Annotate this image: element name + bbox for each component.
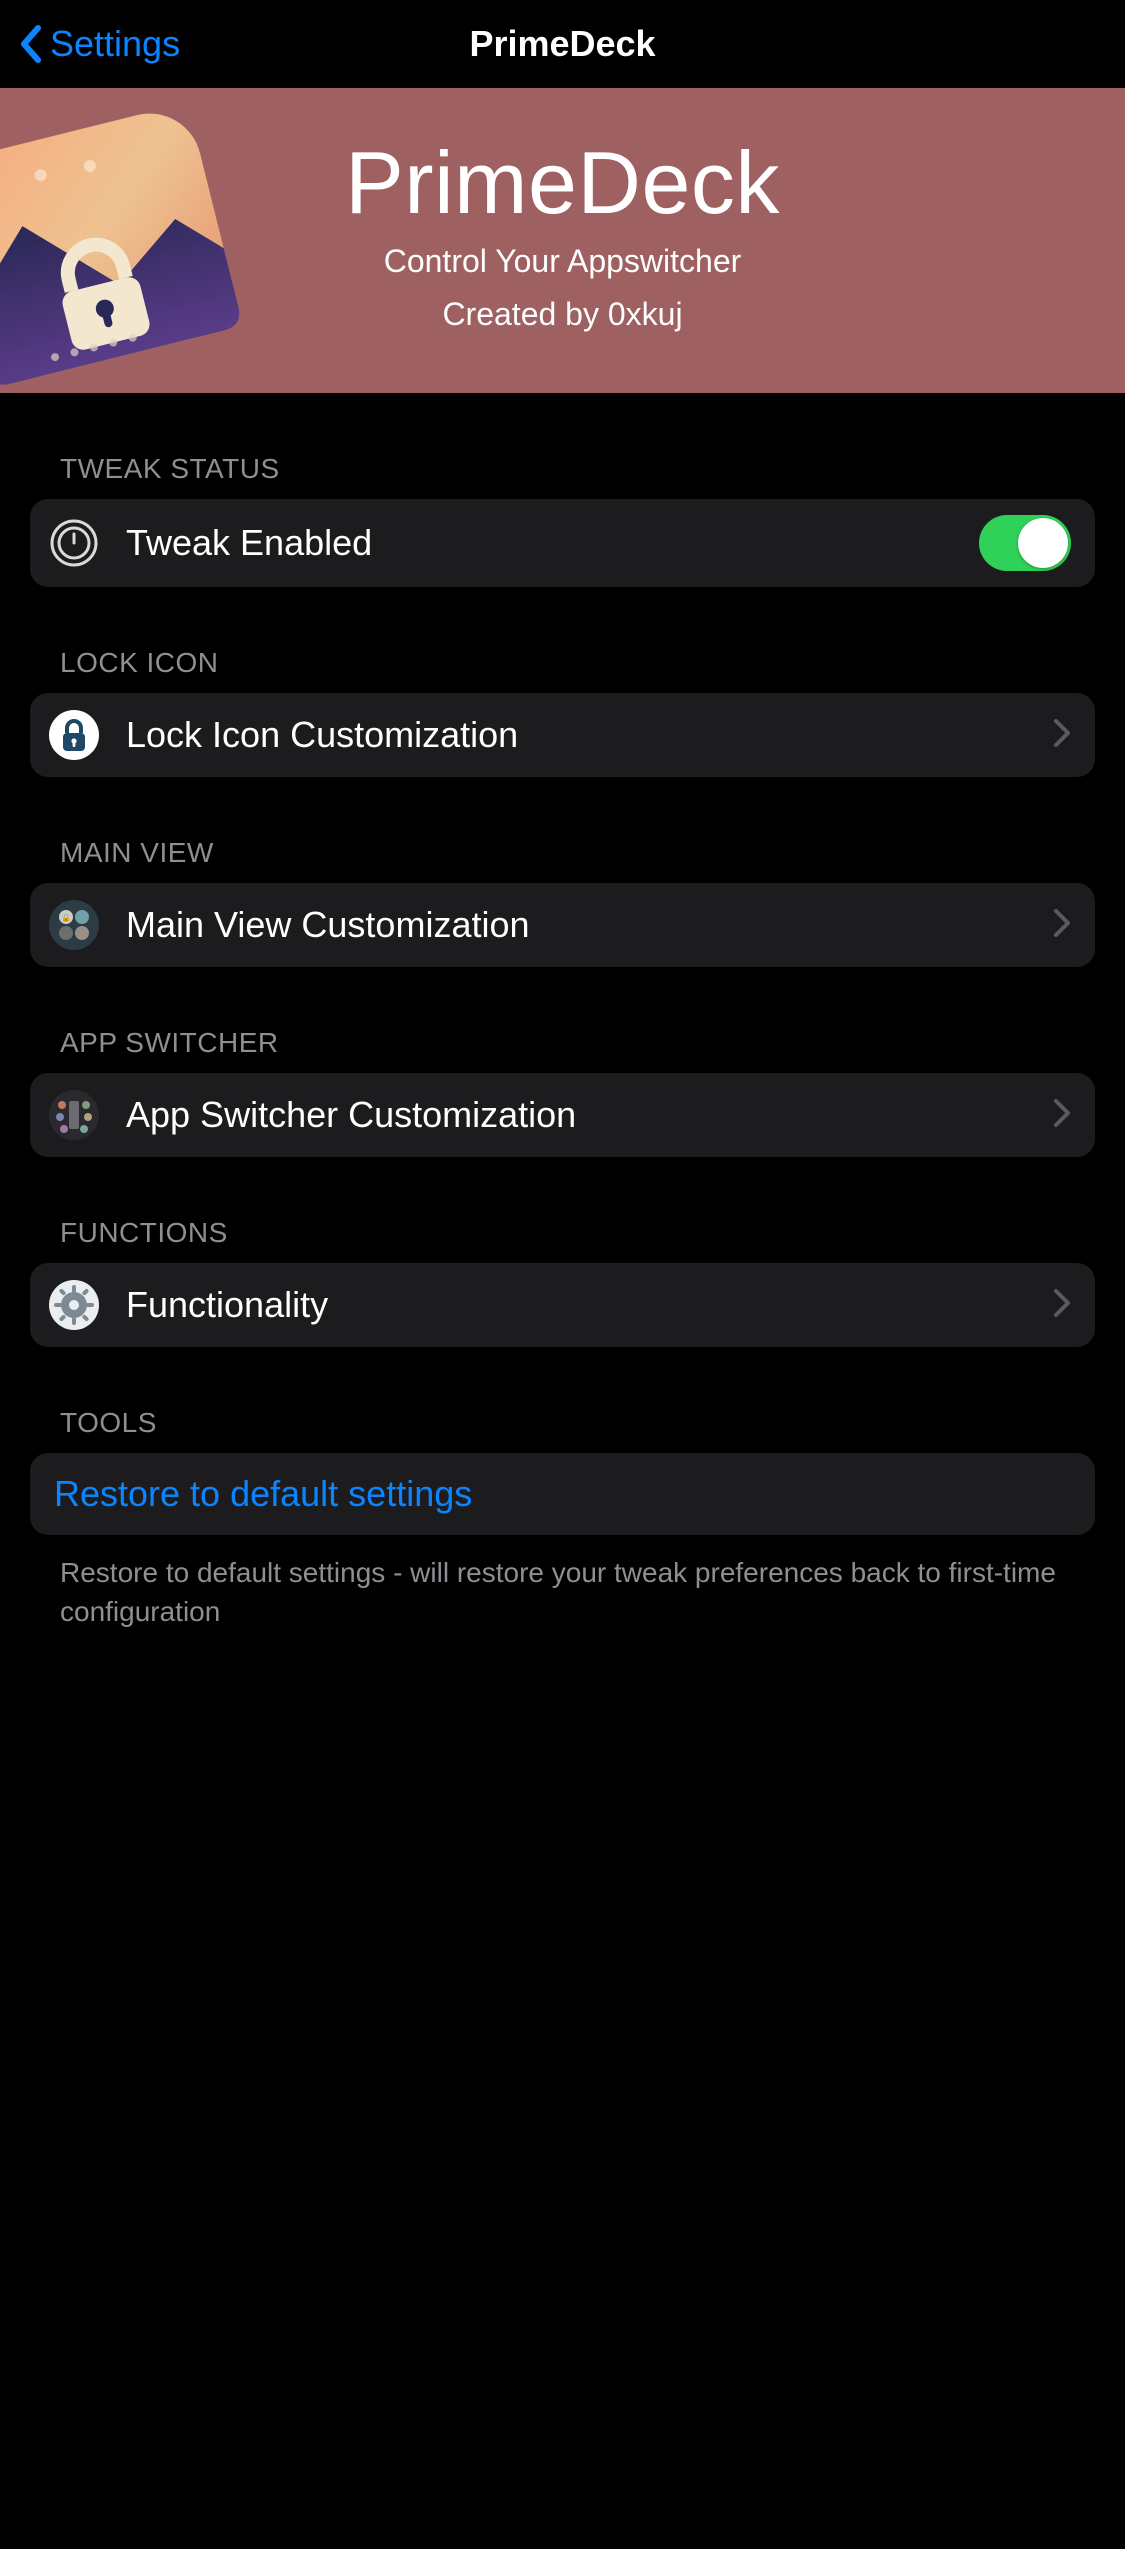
tweak-enabled-switch[interactable] [979,515,1071,571]
settings-content: Tweak Status Tweak Enabled Lock Icon [0,453,1125,1711]
group-header-main-view: Main View [30,837,1095,883]
hero-subtitle: Control Your Appswitcher [384,243,742,280]
group-lock-icon: Lock Icon Lock Icon Customization [30,647,1095,777]
hero-app-icon [0,88,289,393]
row-lock-icon-customization[interactable]: Lock Icon Customization [30,693,1095,777]
chevron-right-icon [1053,1098,1071,1133]
chevron-right-icon [1053,718,1071,753]
chevron-left-icon [18,24,42,64]
tweak-enabled-label: Tweak Enabled [126,522,953,564]
group-header-tools: Tools [30,1407,1095,1453]
app-switcher-customization-label: App Switcher Customization [126,1094,1027,1136]
power-icon [48,517,100,569]
nav-bar: Settings PrimeDeck [0,0,1125,88]
group-app-switcher: App Switcher App Switcher Customizat [30,1027,1095,1157]
chevron-right-icon [1053,908,1071,943]
row-app-switcher-customization[interactable]: App Switcher Customization [30,1073,1095,1157]
functionality-label: Functionality [126,1284,1027,1326]
row-restore-defaults[interactable]: Restore to default settings [30,1453,1095,1535]
apps-icon [48,1089,100,1141]
chevron-right-icon [1053,1288,1071,1323]
row-tweak-enabled[interactable]: Tweak Enabled [30,499,1095,587]
svg-text:🔒: 🔒 [61,913,71,922]
grid-icon: 🔒 [48,899,100,951]
main-view-customization-label: Main View Customization [126,904,1027,946]
gear-icon [48,1279,100,1331]
group-header-tweak-status: Tweak Status [30,453,1095,499]
hero-title: PrimeDeck [345,139,780,227]
lock-icon [48,709,100,761]
group-header-functions: Functions [30,1217,1095,1263]
back-label: Settings [50,23,180,65]
group-tools: Tools Restore to default settings Restor… [30,1407,1095,1631]
lock-icon-customization-label: Lock Icon Customization [126,714,1027,756]
hero-author: Created by 0xkuj [442,296,682,333]
row-functionality[interactable]: Functionality [30,1263,1095,1347]
group-header-app-switcher: App Switcher [30,1027,1095,1073]
group-functions: Functions [30,1217,1095,1347]
back-button[interactable]: Settings [18,0,180,88]
row-main-view-customization[interactable]: 🔒 Main View Customization [30,883,1095,967]
page-title: PrimeDeck [469,23,655,65]
group-tweak-status: Tweak Status Tweak Enabled [30,453,1095,587]
group-main-view: Main View 🔒 Main View Customization [30,837,1095,967]
group-header-lock-icon: Lock Icon [30,647,1095,693]
group-footer-tools: Restore to default settings - will resto… [30,1535,1095,1631]
switch-knob [1018,518,1068,568]
hero-banner: PrimeDeck Control Your Appswitcher Creat… [0,88,1125,393]
restore-defaults-label: Restore to default settings [54,1473,1071,1515]
